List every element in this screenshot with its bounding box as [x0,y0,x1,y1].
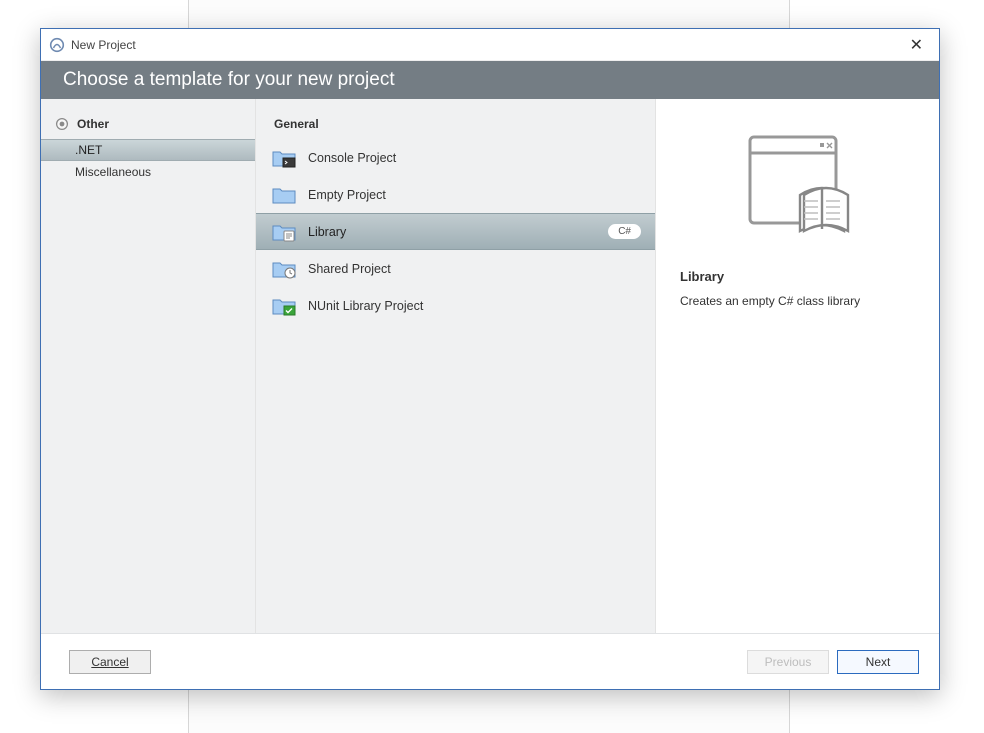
template-group-header: General [256,117,655,131]
close-icon[interactable]: ✕ [904,35,929,55]
template-item-shared-project[interactable]: Shared Project [256,250,655,287]
radio-icon [55,117,69,131]
sidebar-item-label: Miscellaneous [75,165,151,179]
template-item-label: Library [308,225,608,239]
template-item-label: Shared Project [308,262,645,276]
sidebar-item-label: .NET [75,143,102,157]
template-list: General Console Project Empty Project Li… [256,99,656,633]
folder-shared-icon [272,259,296,279]
new-project-dialog: New Project ✕ Choose a template for your… [40,28,940,690]
dialog-body: Other .NET Miscellaneous General Console… [41,99,939,633]
previous-button: Previous [747,650,829,674]
sidebar-item-miscellaneous[interactable]: Miscellaneous [41,161,255,183]
titlebar: New Project ✕ [41,29,939,61]
language-badge: C# [608,224,641,239]
folder-nunit-icon [272,296,296,316]
next-button[interactable]: Next [837,650,919,674]
template-item-label: Empty Project [308,188,645,202]
dialog-footer: Cancel Previous Next [41,633,939,689]
details-description: Creates an empty C# class library [680,294,915,308]
template-item-nunit-library-project[interactable]: NUnit Library Project [256,287,655,324]
template-item-empty-project[interactable]: Empty Project [256,176,655,213]
template-item-library[interactable]: Library C# [256,213,655,250]
template-details-pane: Library Creates an empty C# class librar… [656,99,939,633]
template-item-label: NUnit Library Project [308,299,645,313]
folder-icon [272,185,296,205]
banner: Choose a template for your new project [41,61,939,99]
template-item-console-project[interactable]: Console Project [256,139,655,176]
sidebar-category-header[interactable]: Other [41,117,255,139]
app-icon [49,37,65,53]
sidebar-category-label: Other [77,117,109,131]
details-title: Library [680,269,915,284]
category-sidebar: Other .NET Miscellaneous [41,99,256,633]
window-title: New Project [71,38,136,52]
library-large-icon [738,127,858,247]
template-item-label: Console Project [308,151,645,165]
sidebar-item-dotnet[interactable]: .NET [41,139,255,161]
folder-console-icon [272,148,296,168]
cancel-button[interactable]: Cancel [69,650,151,674]
folder-library-icon [272,222,296,242]
banner-heading: Choose a template for your new project [63,69,395,91]
